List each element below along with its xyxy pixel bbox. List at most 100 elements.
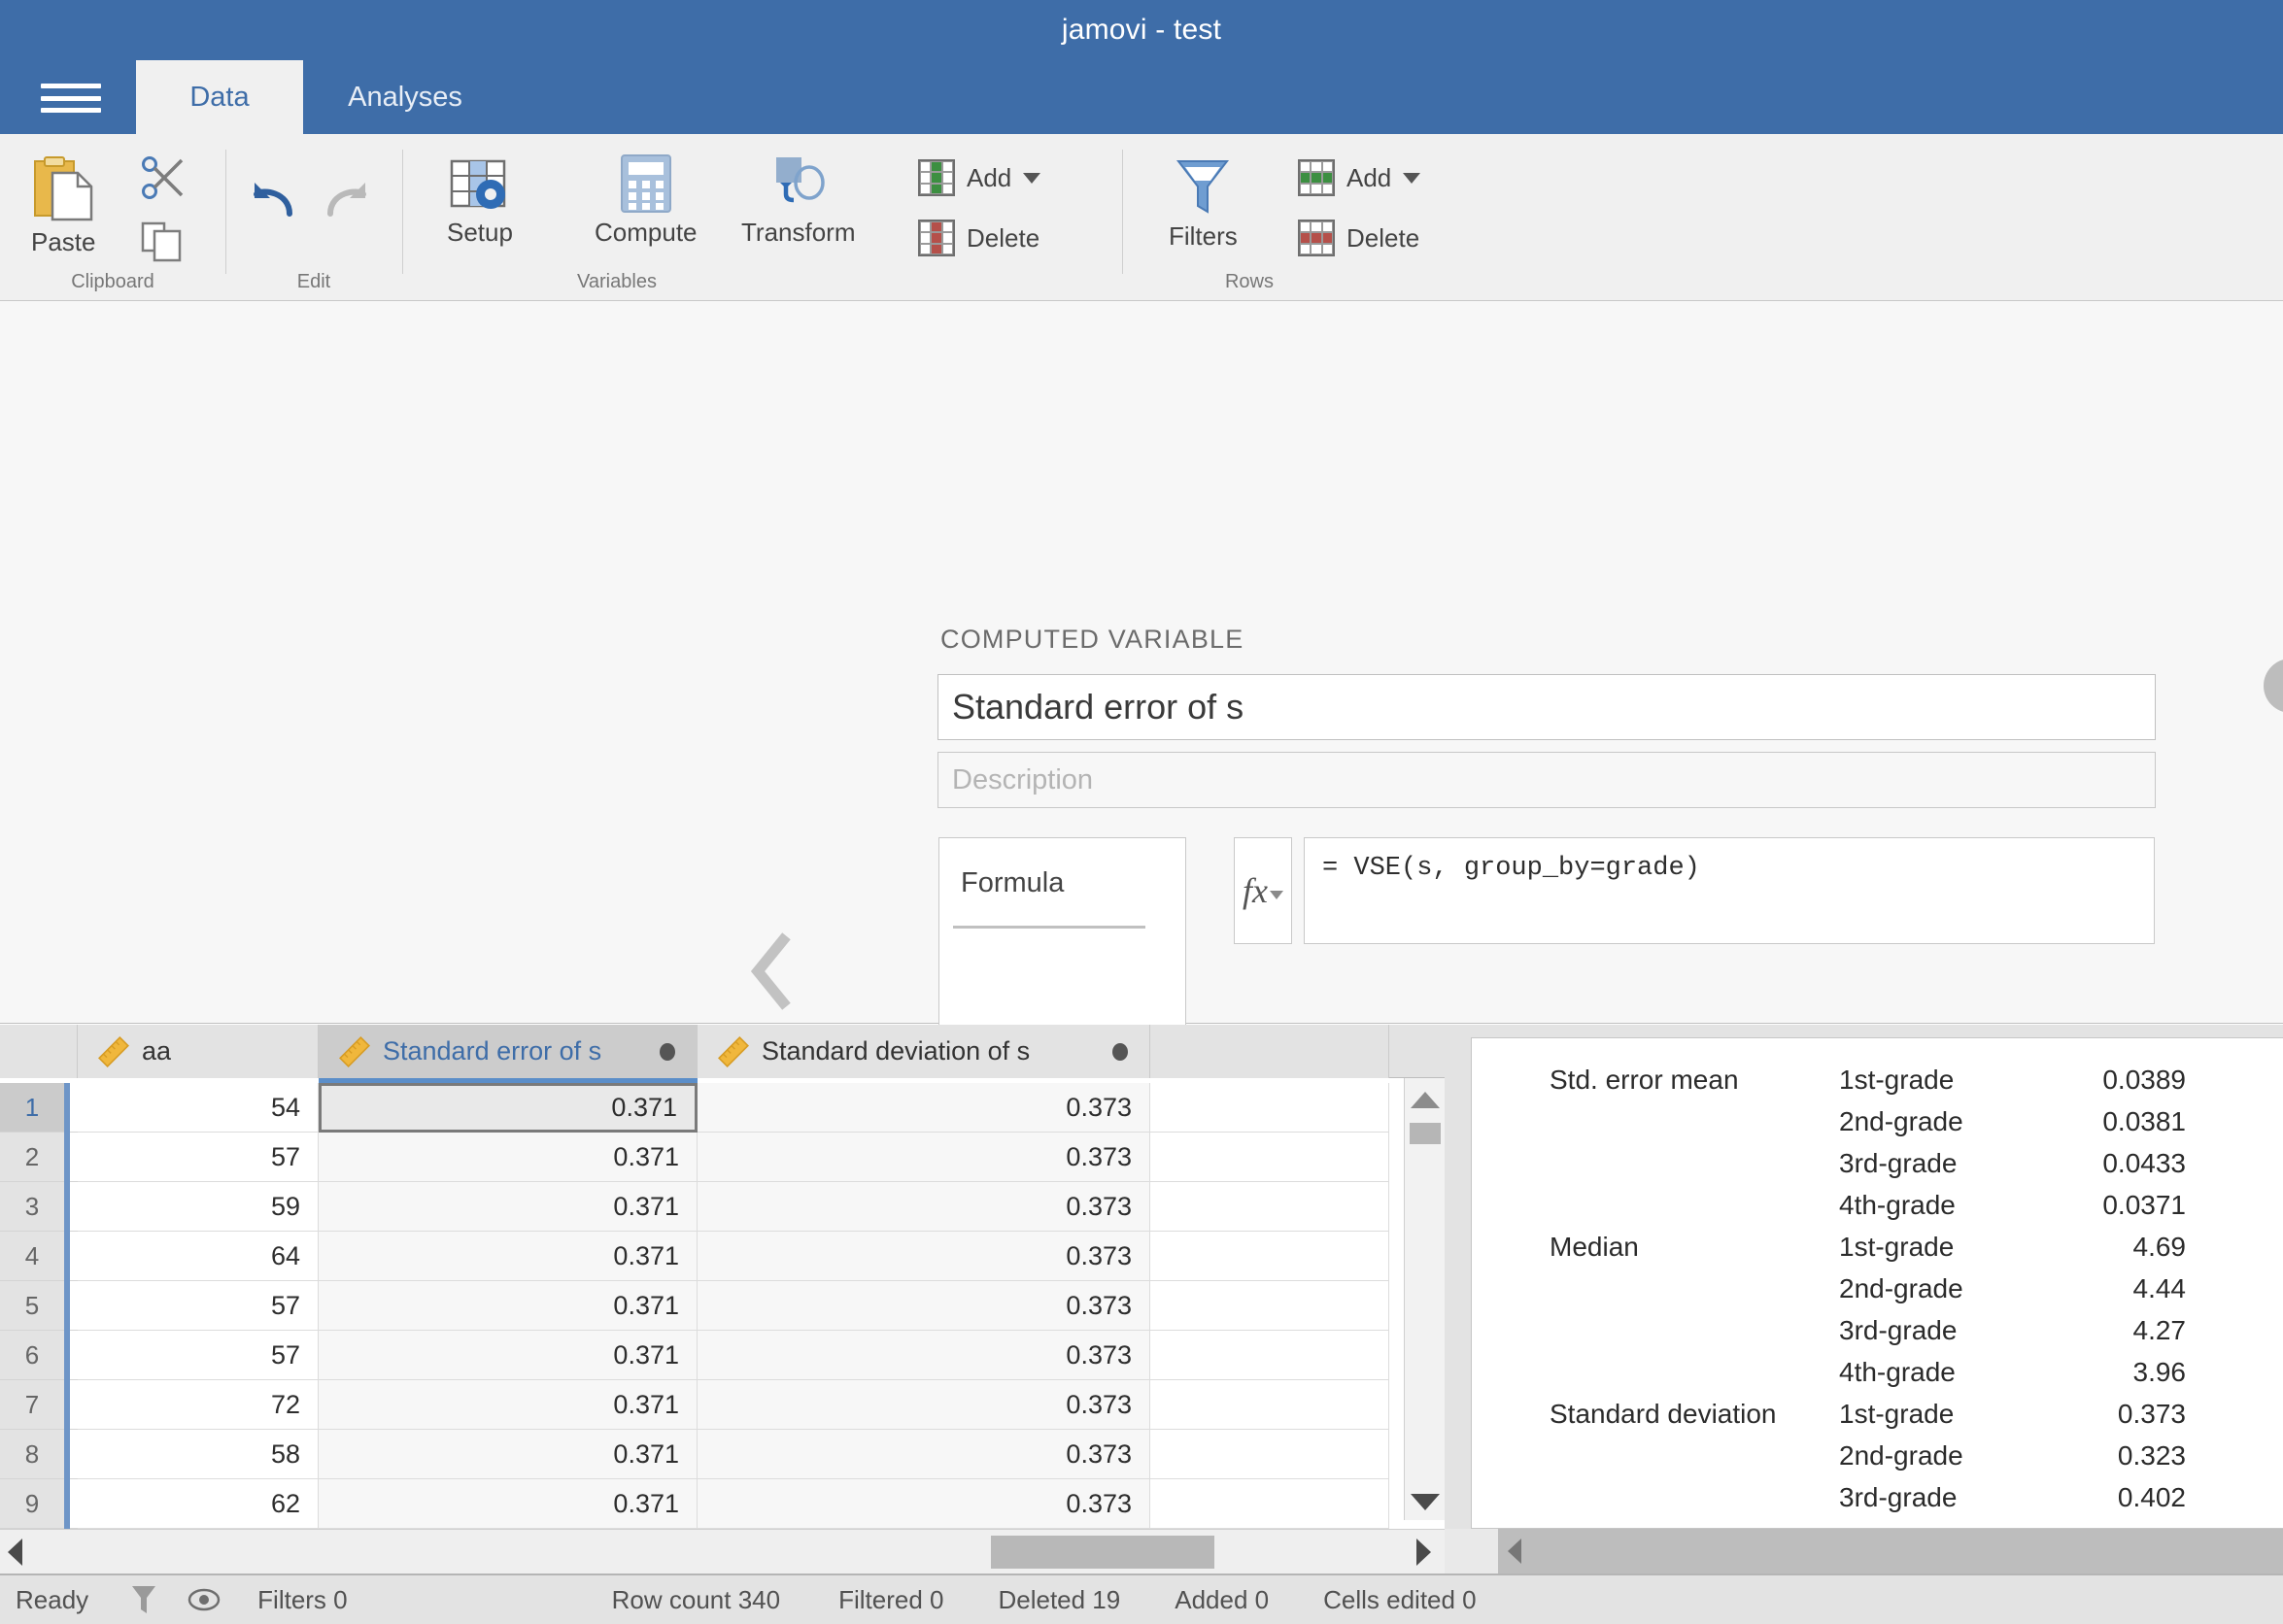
table-cell[interactable]: 57 (78, 1133, 319, 1182)
row-filter-marker (64, 1479, 78, 1529)
table-cell[interactable]: 0.371 (319, 1430, 698, 1479)
row-number-cell[interactable]: 3 (0, 1182, 64, 1232)
paste-button[interactable]: Paste (31, 155, 96, 257)
column-header-aa[interactable]: aa (78, 1025, 319, 1078)
table-row[interactable]: 4 64 0.371 0.373 (0, 1232, 1445, 1281)
row-number-cell[interactable]: 2 (0, 1133, 64, 1182)
results-horizontal-scrollbar[interactable] (1498, 1529, 2283, 1573)
variable-add-button[interactable]: Add (918, 159, 1041, 196)
table-cell[interactable]: 0.373 (698, 1331, 1150, 1380)
vertical-scroll-thumb[interactable] (1410, 1123, 1441, 1144)
horizontal-scroll-thumb[interactable] (991, 1536, 1214, 1569)
table-row[interactable]: 2 57 0.371 0.373 (0, 1133, 1445, 1182)
redo-button[interactable] (319, 175, 369, 223)
scroll-down-arrow-icon[interactable] (1410, 1494, 1440, 1510)
table-cell[interactable] (1150, 1182, 1389, 1232)
filters-button[interactable]: Filters (1169, 157, 1238, 252)
table-cell[interactable]: 0.371 (319, 1232, 698, 1281)
table-cell[interactable]: 0.371 (319, 1133, 698, 1182)
column-header-standard-error-of-s[interactable]: Standard error of s (319, 1025, 698, 1078)
data-spreadsheet: aa Standard error of s Standard deviatio… (0, 1025, 1445, 1573)
table-row[interactable]: 3 59 0.371 0.373 (0, 1182, 1445, 1232)
collapse-panel-chevron-icon[interactable] (746, 932, 799, 1010)
table-cell[interactable]: 0.371 (319, 1281, 698, 1331)
setup-button[interactable]: Setup (447, 153, 513, 248)
table-row[interactable]: 6 57 0.371 0.373 (0, 1331, 1445, 1380)
table-cell[interactable]: 57 (78, 1331, 319, 1380)
tab-analyses[interactable]: Analyses (313, 60, 497, 134)
spreadsheet-corner-cell[interactable] (0, 1025, 78, 1078)
table-cell[interactable] (1150, 1281, 1389, 1331)
scroll-left-arrow-icon[interactable] (8, 1538, 22, 1566)
table-cell[interactable]: 59 (78, 1182, 319, 1232)
column-header-blank[interactable] (1150, 1025, 1389, 1078)
variable-name-input[interactable] (937, 674, 2156, 740)
row-number-cell[interactable]: 7 (0, 1380, 64, 1430)
chevron-down-icon-rows[interactable] (1403, 172, 1421, 184)
table-cell[interactable]: 62 (78, 1479, 319, 1529)
table-cell[interactable]: 72 (78, 1380, 319, 1430)
cut-button[interactable] (141, 155, 186, 200)
table-cell[interactable]: 0.373 (698, 1133, 1150, 1182)
table-cell[interactable] (1150, 1430, 1389, 1479)
results-scroll-left-arrow-icon[interactable] (1508, 1539, 1521, 1564)
table-row[interactable]: 7 72 0.371 0.373 (0, 1380, 1445, 1430)
table-cell[interactable]: 0.373 (698, 1479, 1150, 1529)
table-cell[interactable]: 64 (78, 1232, 319, 1281)
table-cell[interactable] (1150, 1479, 1389, 1529)
table-cell[interactable]: 0.373 (698, 1380, 1150, 1430)
table-cell[interactable]: 58 (78, 1430, 319, 1479)
row-filter-marker (64, 1083, 78, 1133)
table-row[interactable]: 9 62 0.371 0.373 (0, 1479, 1445, 1529)
eye-icon[interactable] (187, 1588, 221, 1611)
transform-button[interactable]: Transform (741, 153, 856, 248)
panel-edge-circle-button[interactable] (2264, 659, 2283, 713)
fx-function-button[interactable]: fx (1234, 837, 1292, 944)
table-cell[interactable] (1150, 1232, 1389, 1281)
row-number-cell[interactable]: 6 (0, 1331, 64, 1380)
row-number-cell[interactable]: 4 (0, 1232, 64, 1281)
table-cell[interactable] (1150, 1380, 1389, 1430)
table-cell[interactable]: 0.373 (698, 1281, 1150, 1331)
table-cell[interactable] (1150, 1331, 1389, 1380)
table-cell[interactable]: 0.371 (319, 1380, 698, 1430)
row-delete-button[interactable]: Delete (1298, 220, 1419, 256)
table-cell[interactable]: 57 (78, 1281, 319, 1331)
undo-button[interactable] (251, 175, 301, 223)
table-cell[interactable]: 54 (78, 1083, 319, 1133)
table-cell[interactable]: 0.371 (319, 1182, 698, 1232)
table-cell[interactable] (1150, 1083, 1389, 1133)
compute-button[interactable]: Compute (595, 153, 698, 248)
table-row[interactable]: 5 57 0.371 0.373 (0, 1281, 1445, 1331)
scroll-up-arrow-icon[interactable] (1410, 1092, 1440, 1108)
spreadsheet-vertical-scrollbar[interactable] (1404, 1078, 1445, 1520)
row-number-cell[interactable]: 9 (0, 1479, 64, 1529)
funnel-icon[interactable] (131, 1584, 156, 1615)
table-cell[interactable]: 0.373 (698, 1083, 1150, 1133)
table-cell[interactable] (1150, 1133, 1389, 1182)
row-number-cell[interactable]: 5 (0, 1281, 64, 1331)
column-header-standard-deviation-of-s[interactable]: Standard deviation of s (698, 1025, 1150, 1078)
scroll-right-arrow-icon[interactable] (1416, 1538, 1431, 1566)
table-cell[interactable]: 0.373 (698, 1430, 1150, 1479)
results-table-container[interactable]: Std. error mean 1st-grade 0.0389 2nd-grade 0… (1471, 1037, 2283, 1529)
table-cell[interactable]: 0.373 (698, 1232, 1150, 1281)
table-cell[interactable]: 0.373 (698, 1182, 1150, 1232)
table-row[interactable]: 1 54 0.371 0.373 (0, 1083, 1445, 1133)
variable-delete-button[interactable]: Delete (918, 220, 1039, 256)
results-value: 0.0433 (2102, 1148, 2186, 1178)
table-row[interactable]: 8 58 0.371 0.373 (0, 1430, 1445, 1479)
table-cell[interactable]: 0.371 (319, 1479, 698, 1529)
active-cell-cursor[interactable]: 0.371 (319, 1083, 698, 1133)
row-add-button[interactable]: Add (1298, 159, 1421, 196)
hamburger-menu-icon[interactable] (41, 78, 101, 118)
chevron-down-icon[interactable] (1023, 172, 1041, 184)
table-cell[interactable]: 0.371 (319, 1331, 698, 1380)
row-number-cell[interactable]: 1 (0, 1083, 64, 1133)
copy-button[interactable] (141, 220, 184, 262)
tab-data[interactable]: Data (136, 60, 303, 134)
variable-description-input[interactable] (937, 752, 2156, 808)
formula-input[interactable] (1304, 837, 2155, 944)
row-number-cell[interactable]: 8 (0, 1430, 64, 1479)
spreadsheet-horizontal-scrollbar[interactable] (0, 1529, 1445, 1573)
